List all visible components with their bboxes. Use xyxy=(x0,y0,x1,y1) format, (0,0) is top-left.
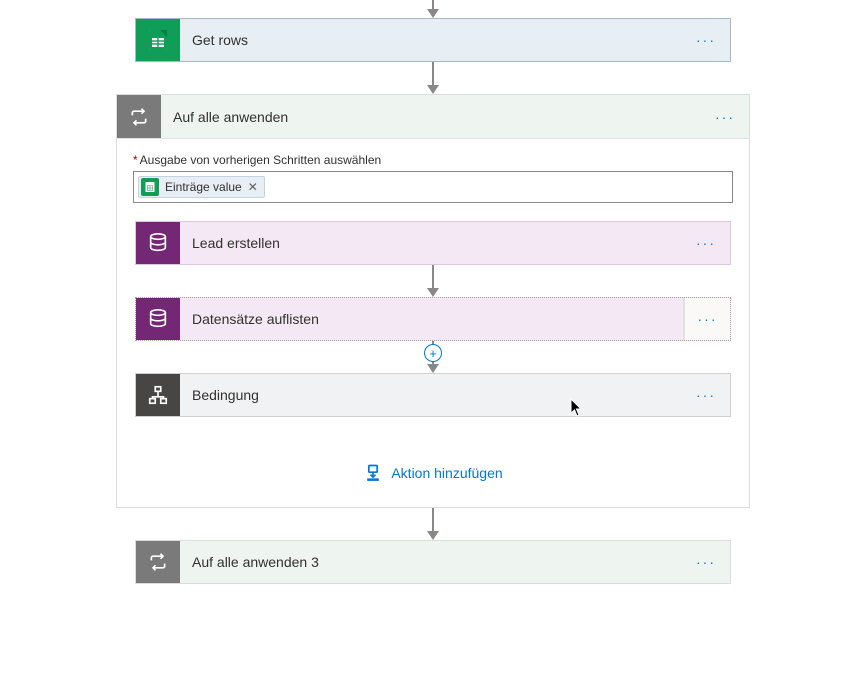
foreach-container: Auf alle anwenden ··· *Ausgabe von vorhe… xyxy=(116,94,750,508)
flow-canvas: Get rows ··· Auf alle anwenden ··· *Ausg… xyxy=(0,0,866,675)
lead-erstellen-menu[interactable]: ··· xyxy=(682,222,730,264)
loop-icon xyxy=(117,95,161,138)
database-icon xyxy=(136,298,180,340)
bedingung-title: Bedingung xyxy=(180,374,682,416)
add-action-label: Aktion hinzufügen xyxy=(391,465,502,481)
arrow-get-rows-to-foreach xyxy=(423,62,443,94)
google-sheets-icon xyxy=(136,19,180,61)
token-label: Einträge value xyxy=(165,180,242,194)
foreach3-menu[interactable]: ··· xyxy=(682,541,730,583)
add-action-button[interactable]: Aktion hinzufügen xyxy=(363,463,502,483)
arrow-into-get-rows xyxy=(423,0,443,18)
get-rows-title: Get rows xyxy=(180,19,682,61)
foreach-input-label: *Ausgabe von vorherigen Schritten auswäh… xyxy=(133,153,733,167)
get-rows-menu[interactable]: ··· xyxy=(682,19,730,61)
bedingung-card[interactable]: Bedingung ··· xyxy=(135,373,731,417)
database-icon xyxy=(136,222,180,264)
foreach3-card[interactable]: Auf alle anwenden 3 ··· xyxy=(135,540,731,584)
condition-icon xyxy=(136,374,180,416)
insert-step-button[interactable]: + xyxy=(424,344,442,362)
foreach3-title: Auf alle anwenden 3 xyxy=(180,541,682,583)
datensaetze-auflisten-title: Datensätze auflisten xyxy=(180,298,684,340)
lead-erstellen-title: Lead erstellen xyxy=(180,222,682,264)
datensaetze-auflisten-menu[interactable]: ··· xyxy=(684,298,730,340)
loop-icon xyxy=(136,541,180,583)
arrow-lead-to-list xyxy=(423,265,443,297)
foreach-header[interactable]: Auf alle anwenden ··· xyxy=(117,95,749,139)
foreach-input-field[interactable]: Einträge value ✕ xyxy=(133,171,733,203)
foreach-menu[interactable]: ··· xyxy=(701,95,749,138)
google-sheets-mini-icon xyxy=(141,178,159,196)
add-action-icon xyxy=(363,463,383,483)
foreach-title: Auf alle anwenden xyxy=(161,95,701,138)
bedingung-menu[interactable]: ··· xyxy=(682,374,730,416)
token-eintraege-value[interactable]: Einträge value ✕ xyxy=(138,176,265,198)
arrow-foreach-to-foreach3 xyxy=(423,508,443,540)
datensaetze-auflisten-card[interactable]: Datensätze auflisten ··· xyxy=(135,297,731,341)
get-rows-card[interactable]: Get rows ··· xyxy=(135,18,731,62)
required-asterisk: * xyxy=(133,153,138,167)
token-remove-icon[interactable]: ✕ xyxy=(248,180,258,194)
lead-erstellen-card[interactable]: Lead erstellen ··· xyxy=(135,221,731,265)
arrow-list-to-condition: + xyxy=(423,341,443,373)
